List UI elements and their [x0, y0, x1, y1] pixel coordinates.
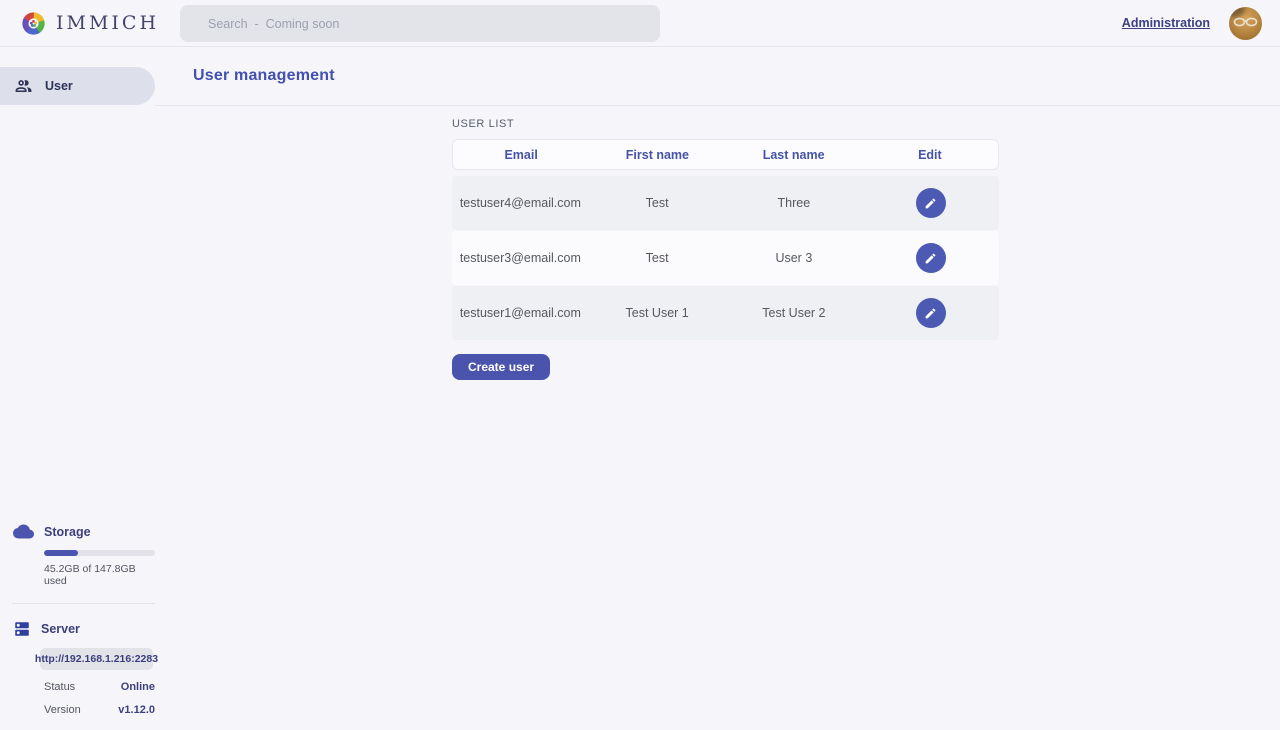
storage-section: Storage 45.2GB of 147.8GB used	[0, 521, 155, 587]
cell-email: testuser4@email.com	[452, 196, 589, 210]
storage-progress-bar	[44, 550, 155, 556]
server-status-row: Status Online	[44, 681, 155, 693]
user-list-label: USER LIST	[452, 118, 999, 130]
cell-first-name: Test	[589, 196, 726, 210]
user-table-row: testuser4@email.com Test Three	[452, 176, 999, 230]
col-header-last-name: Last name	[726, 148, 862, 162]
storage-title: Storage	[44, 525, 91, 539]
sidebar-item-user[interactable]: User	[0, 67, 155, 105]
page-header: User management	[155, 47, 1280, 106]
server-section: Server http://192.168.1.216:2283 Status …	[0, 620, 155, 716]
search-input[interactable]	[180, 5, 660, 42]
server-version-row: Version v1.12.0	[44, 704, 155, 716]
user-avatar[interactable]	[1229, 7, 1262, 40]
cell-first-name: Test User 1	[589, 306, 726, 320]
pencil-icon	[924, 252, 937, 265]
page-title: User management	[193, 67, 335, 85]
sidebar-item-user-label: User	[45, 79, 73, 93]
administration-link[interactable]: Administration	[1122, 16, 1210, 30]
user-table-header: Email First name Last name Edit	[452, 139, 999, 170]
cloud-icon	[13, 521, 34, 542]
edit-user-button[interactable]	[916, 298, 946, 328]
edit-user-button[interactable]	[916, 188, 946, 218]
col-header-edit: Edit	[862, 148, 998, 162]
cell-last-name: Three	[726, 196, 863, 210]
col-header-first-name: First name	[589, 148, 725, 162]
create-user-button[interactable]: Create user	[452, 354, 550, 380]
top-navbar: IMMICH Administration	[0, 0, 1280, 47]
main-content: User management USER LIST Email First na…	[155, 0, 1280, 380]
status-label: Status	[44, 681, 75, 693]
server-title: Server	[41, 622, 80, 636]
user-table-row: testuser1@email.com Test User 1 Test Use…	[452, 286, 999, 340]
storage-usage-text: 45.2GB of 147.8GB used	[44, 563, 155, 587]
glasses-icon	[1233, 17, 1258, 27]
user-table-body: testuser4@email.com Test Three testuser3…	[452, 176, 999, 340]
logo-wordmark: IMMICH	[56, 12, 159, 34]
cell-last-name: Test User 2	[726, 306, 863, 320]
status-value: Online	[121, 681, 155, 693]
cell-email: testuser1@email.com	[452, 306, 589, 320]
edit-user-button[interactable]	[916, 243, 946, 273]
version-value: v1.12.0	[118, 704, 155, 716]
storage-progress-fill	[44, 550, 78, 556]
user-table-row: testuser3@email.com Test User 3	[452, 231, 999, 285]
pencil-icon	[924, 197, 937, 210]
version-label: Version	[44, 704, 81, 716]
admin-sidebar: User Storage 45.2GB of 147.8GB used Serv…	[0, 47, 155, 730]
server-icon	[13, 620, 31, 638]
cell-first-name: Test	[589, 251, 726, 265]
cell-last-name: User 3	[726, 251, 863, 265]
immich-flower-icon	[20, 10, 47, 37]
col-header-email: Email	[453, 148, 589, 162]
server-url-badge: http://192.168.1.216:2283	[40, 648, 153, 670]
immich-logo[interactable]: IMMICH	[20, 10, 159, 37]
cell-email: testuser3@email.com	[452, 251, 589, 265]
users-icon	[14, 77, 33, 96]
sidebar-divider	[12, 603, 155, 604]
pencil-icon	[924, 307, 937, 320]
